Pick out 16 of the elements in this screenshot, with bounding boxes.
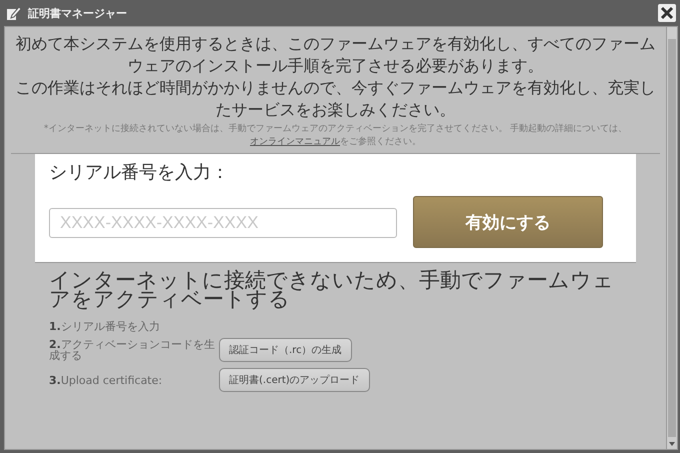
close-button[interactable] <box>658 4 676 22</box>
step-button[interactable]: 証明書(.cert)のアップロード <box>219 368 370 392</box>
intro-text: 初めて本システムを使用するときは、このファームウェアを有効化し、すべてのファームウェアのインストール手順を完了させる必要があります。 <box>14 33 656 77</box>
window-title: 証明書マネージャー <box>28 6 128 20</box>
step-label: 1.シリアル番号を入力 <box>49 321 161 332</box>
intro-text: この作業はそれほど時間がかかりませんので、今すぐファームウェアを有効化し、充実したサービスをお楽しみください。 <box>14 77 656 121</box>
step-label: 2.アクティベーションコードを生成する <box>49 339 216 361</box>
step-label: 3.Upload certificate: <box>49 374 164 386</box>
scrollbar[interactable] <box>666 27 677 449</box>
activate-button[interactable]: 有効にする <box>413 196 603 248</box>
scroll-down-arrow-icon[interactable] <box>668 441 676 447</box>
manual-link[interactable]: オンラインマニュアル <box>250 137 340 147</box>
certificate-pen-icon <box>6 5 22 21</box>
serial-label: シリアル番号を入力： <box>49 161 230 184</box>
step-button[interactable]: 認証コード（.rc）の生成 <box>219 338 352 362</box>
manual-heading: インターネットに接続できないため、手動でファームウェアをアクティベートする <box>49 271 615 309</box>
